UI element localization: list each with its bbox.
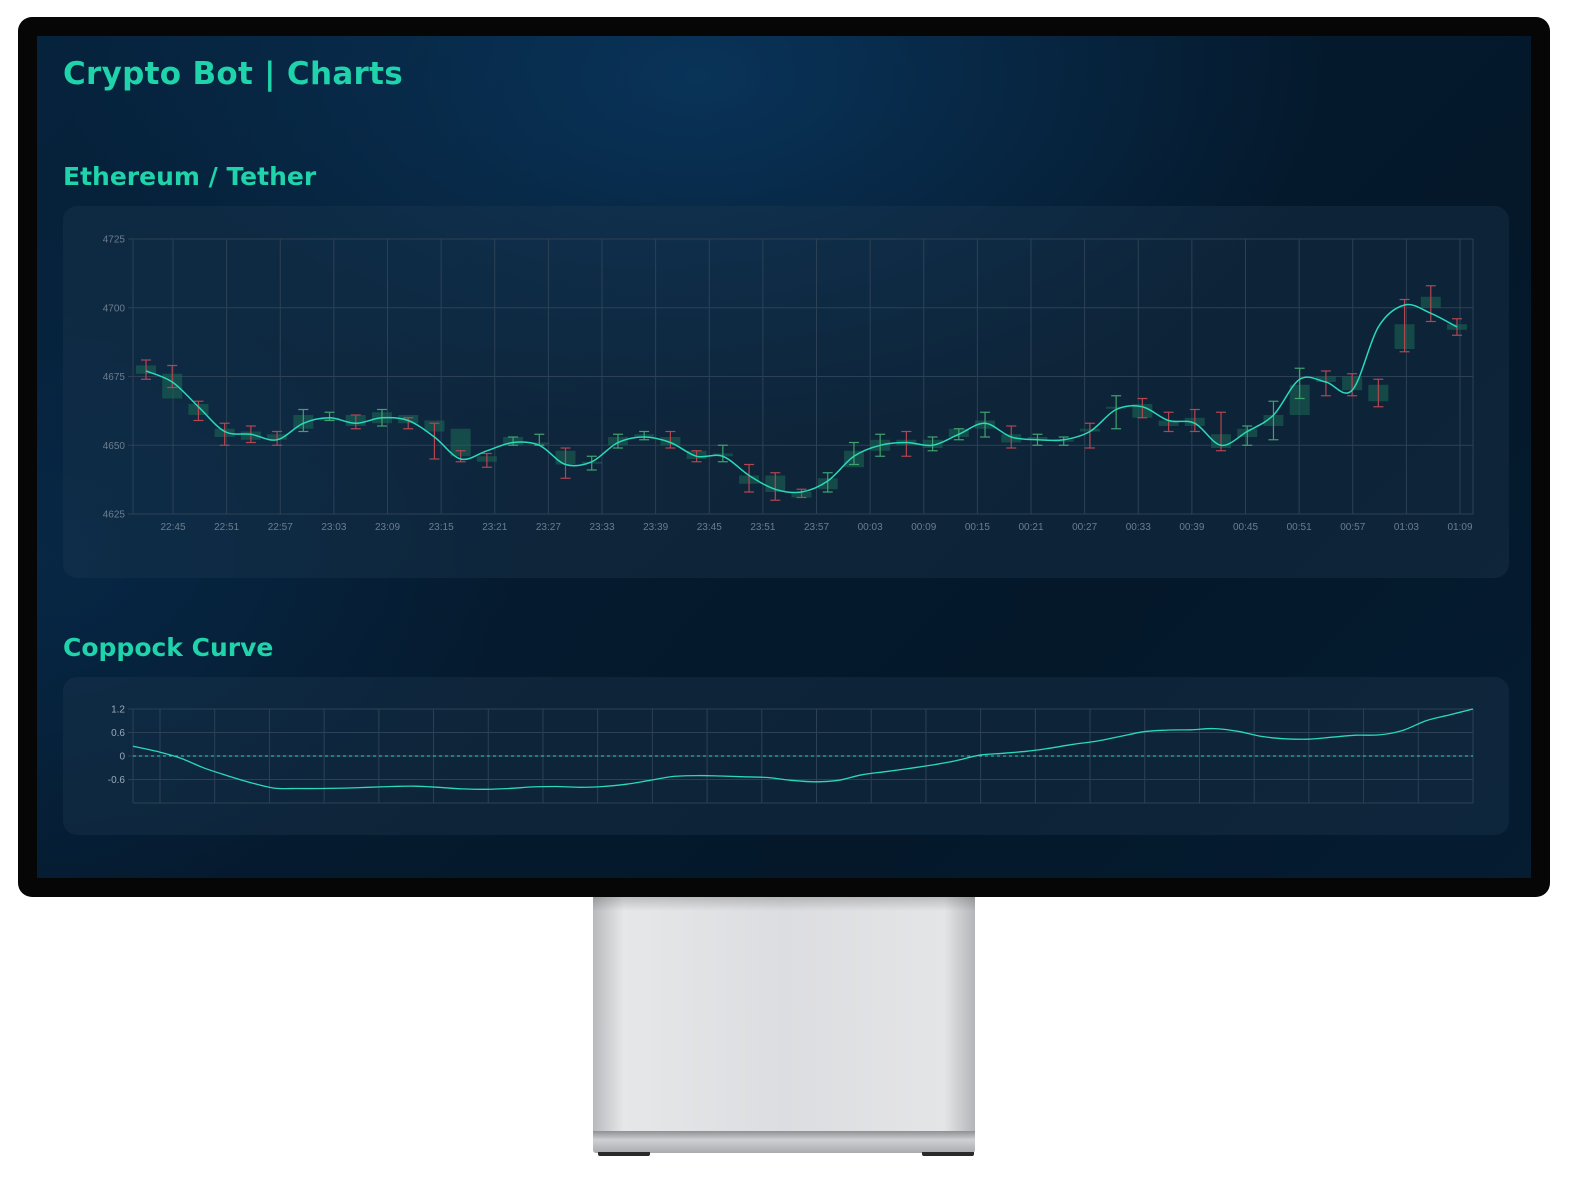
coppock-y-tick-label: 0.6 <box>111 728 125 739</box>
page-title: Crypto Bot | Charts <box>63 56 403 92</box>
price-x-tick-label: 00:27 <box>1072 522 1097 533</box>
stand-foot-left <box>598 1152 650 1156</box>
coppock-y-tick-label: 1.2 <box>111 705 125 716</box>
price-x-tick-label: 00:57 <box>1340 522 1365 533</box>
price-x-tick-label: 00:45 <box>1233 522 1258 533</box>
price-x-tick-label: 23:45 <box>697 522 722 533</box>
price-x-tick-label: 23:21 <box>482 522 507 533</box>
price-x-tick-label: 01:03 <box>1394 522 1419 533</box>
coppock-y-tick-label: -0.6 <box>108 775 126 786</box>
price-chart-y-axis: 4625 4650 4675 4700 4725 <box>103 235 133 521</box>
price-x-tick-label: 23:03 <box>321 522 346 533</box>
price-x-tick-label: 22:45 <box>160 522 185 533</box>
coppock-chart-title: Coppock Curve <box>63 633 274 662</box>
monitor-stand <box>593 897 975 1135</box>
price-x-tick-label: 00:51 <box>1287 522 1312 533</box>
price-chart-candles <box>136 285 1467 501</box>
price-x-tick-label: 23:09 <box>375 522 400 533</box>
stand-shadow <box>593 897 975 911</box>
price-x-tick-label: 23:57 <box>804 522 829 533</box>
price-x-tick-label: 00:33 <box>1126 522 1151 533</box>
price-y-tick-label: 4700 <box>103 303 126 314</box>
stand-foot-right <box>922 1152 974 1156</box>
price-x-tick-label: 23:51 <box>750 522 775 533</box>
coppock-chart-y-axis: 1.2 0.6 0 -0.6 <box>108 705 133 786</box>
price-x-tick-label: 00:09 <box>911 522 936 533</box>
coppock-y-tick-label: 0 <box>119 752 125 763</box>
price-x-tick-label: 00:03 <box>858 522 883 533</box>
price-x-tick-label: 22:57 <box>268 522 293 533</box>
price-y-tick-label: 4725 <box>103 235 126 246</box>
price-x-tick-label: 00:15 <box>965 522 990 533</box>
price-x-tick-label: 01:09 <box>1447 522 1472 533</box>
monitor-stand-base <box>593 1131 975 1153</box>
coppock-curve-line <box>132 708 1474 790</box>
price-y-tick-label: 4625 <box>103 510 126 521</box>
price-chart-title: Ethereum / Tether <box>63 162 317 191</box>
price-x-tick-label: 23:27 <box>536 522 561 533</box>
price-x-tick-label: 00:21 <box>1018 522 1043 533</box>
price-chart-x-axis: 22:45 22:51 22:57 23:03 23:09 23:15 23:21 23:27… <box>160 522 1472 533</box>
coppock-chart-panel[interactable]: 1.2 0.6 0 -0.6 <box>63 677 1509 835</box>
price-x-tick-label: 22:51 <box>214 522 239 533</box>
price-chart[interactable]: 4625 4650 4675 4700 4725 22:45 22:51 22:57 23:0… <box>63 206 1509 578</box>
price-y-tick-label: 4675 <box>103 372 126 383</box>
price-x-tick-label: 23:39 <box>643 522 668 533</box>
price-x-tick-label: 00:39 <box>1179 522 1204 533</box>
price-smoothed-line <box>145 303 1458 494</box>
coppock-chart[interactable]: 1.2 0.6 0 -0.6 <box>63 677 1509 835</box>
price-chart-panel[interactable]: 4625 4650 4675 4700 4725 22:45 22:51 22:57 23:0… <box>63 206 1509 578</box>
price-y-tick-label: 4650 <box>103 441 126 452</box>
price-x-tick-label: 23:33 <box>589 522 614 533</box>
monitor-screen: Crypto Bot | Charts Ethereum / Tether 46… <box>37 36 1531 878</box>
price-chart-grid <box>132 238 1474 515</box>
price-x-tick-label: 23:15 <box>429 522 454 533</box>
